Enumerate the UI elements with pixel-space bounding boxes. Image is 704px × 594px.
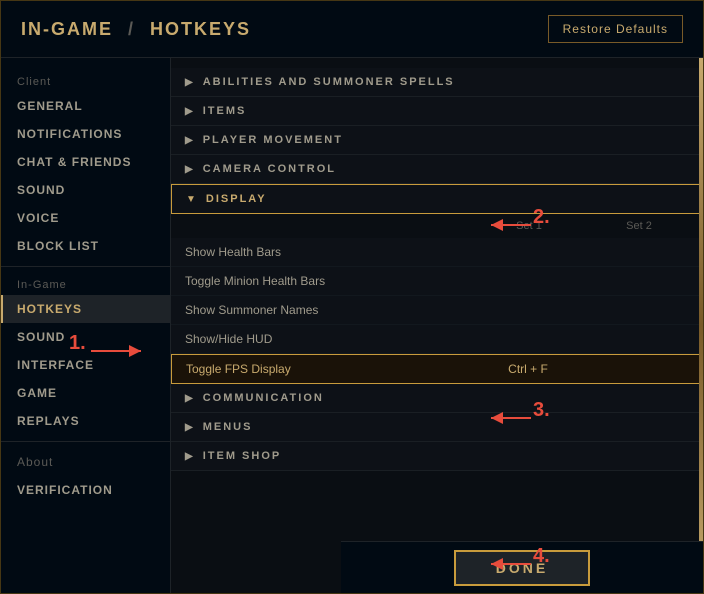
done-button[interactable]: DONE <box>454 550 590 586</box>
footer: DONE <box>341 541 703 593</box>
in-game-section-label: In-Game <box>1 273 170 295</box>
table-headers: Set 1 Set 2 <box>171 214 703 238</box>
sidebar-item-about[interactable]: About <box>1 448 170 476</box>
sidebar-divider-2 <box>1 441 170 442</box>
header-title: IN-GAME / HOTKEYS <box>21 19 251 40</box>
section-arrow-item-shop: ▶ <box>185 451 195 462</box>
section-abilities[interactable]: ▶ ABILITIES AND SUMMONER SPELLS <box>171 68 703 97</box>
row-toggle-minion[interactable]: Toggle Minion Health Bars <box>171 267 703 296</box>
row-show-summoner-names[interactable]: Show Summoner Names <box>171 296 703 325</box>
row-label-toggle-minion: Toggle Minion Health Bars <box>185 274 469 288</box>
section-arrow-player-movement: ▶ <box>185 135 195 146</box>
section-label-abilities: ABILITIES AND SUMMONER SPELLS <box>203 76 455 88</box>
section-menus[interactable]: ▶ MENUS <box>171 413 703 442</box>
sidebar-item-chat-friends[interactable]: CHAT & FRIENDS <box>1 148 170 176</box>
col-header-name <box>185 220 469 232</box>
header: IN-GAME / HOTKEYS Restore Defaults <box>1 1 703 58</box>
section-label-communication: COMMUNICATION <box>203 392 324 404</box>
section-label-player-movement: PLAYER MOVEMENT <box>203 134 343 146</box>
row-show-hide-hud[interactable]: Show/Hide HUD <box>171 325 703 354</box>
col-header-set2: Set 2 <box>589 220 689 232</box>
section-arrow-communication: ▶ <box>185 393 195 404</box>
breadcrumb-part2: HOTKEYS <box>150 19 251 39</box>
sidebar-item-hotkeys[interactable]: HOTKEYS <box>1 295 170 323</box>
row-label-show-hide-hud: Show/Hide HUD <box>185 332 469 346</box>
section-items[interactable]: ▶ ITEMS <box>171 97 703 126</box>
sidebar-item-game[interactable]: GAME <box>1 379 170 407</box>
section-label-camera: CAMERA CONTROL <box>203 163 336 175</box>
content-area: ▶ ABILITIES AND SUMMONER SPELLS ▶ ITEMS … <box>171 58 703 593</box>
sidebar-item-notifications[interactable]: NOTIFICATIONS <box>1 120 170 148</box>
main-layout: Client GENERAL NOTIFICATIONS CHAT & FRIE… <box>1 58 703 593</box>
row-label-toggle-fps: Toggle FPS Display <box>186 362 468 376</box>
restore-defaults-button[interactable]: Restore Defaults <box>548 15 683 43</box>
row-label-show-health-bars: Show Health Bars <box>185 245 469 259</box>
section-arrow-display: ▼ <box>186 194 198 205</box>
section-communication[interactable]: ▶ COMMUNICATION <box>171 384 703 413</box>
sidebar-divider <box>1 266 170 267</box>
sidebar-item-replays[interactable]: REPLAYS <box>1 407 170 435</box>
row-toggle-fps[interactable]: Toggle FPS Display Ctrl + F <box>171 354 703 384</box>
app-container: IN-GAME / HOTKEYS Restore Defaults Clien… <box>0 0 704 594</box>
sidebar-item-general[interactable]: GENERAL <box>1 92 170 120</box>
section-label-item-shop: ITEM SHOP <box>203 450 282 462</box>
section-display[interactable]: ▼ DISPLAY <box>171 184 703 214</box>
row-set1-toggle-fps[interactable]: Ctrl + F <box>468 362 588 376</box>
breadcrumb-separator: / <box>128 19 142 39</box>
sidebar-item-block-list[interactable]: BLOCK LIST <box>1 232 170 260</box>
section-player-movement[interactable]: ▶ PLAYER MOVEMENT <box>171 126 703 155</box>
gold-border <box>699 58 703 593</box>
section-arrow-camera: ▶ <box>185 164 195 175</box>
section-label-items: ITEMS <box>203 105 247 117</box>
row-label-show-summoner: Show Summoner Names <box>185 303 469 317</box>
row-show-health-bars[interactable]: Show Health Bars <box>171 238 703 267</box>
section-arrow-items: ▶ <box>185 106 195 117</box>
col-header-set1: Set 1 <box>469 220 589 232</box>
section-label-display: DISPLAY <box>206 193 267 205</box>
section-item-shop[interactable]: ▶ ITEM SHOP <box>171 442 703 471</box>
sidebar-item-interface[interactable]: INTERFACE <box>1 351 170 379</box>
breadcrumb-part1: IN-GAME <box>21 19 113 39</box>
sidebar-item-voice[interactable]: VOICE <box>1 204 170 232</box>
sidebar-item-sound-ingame[interactable]: SOUND <box>1 323 170 351</box>
sidebar-item-sound-client[interactable]: SOUND <box>1 176 170 204</box>
section-label-menus: MENUS <box>203 421 253 433</box>
section-camera-control[interactable]: ▶ CAMERA CONTROL <box>171 155 703 184</box>
section-arrow-menus: ▶ <box>185 422 195 433</box>
section-arrow-abilities: ▶ <box>185 77 195 88</box>
client-section-label: Client <box>1 70 170 92</box>
sidebar-item-verification[interactable]: VERIFICATION <box>1 476 170 504</box>
sidebar: Client GENERAL NOTIFICATIONS CHAT & FRIE… <box>1 58 171 593</box>
